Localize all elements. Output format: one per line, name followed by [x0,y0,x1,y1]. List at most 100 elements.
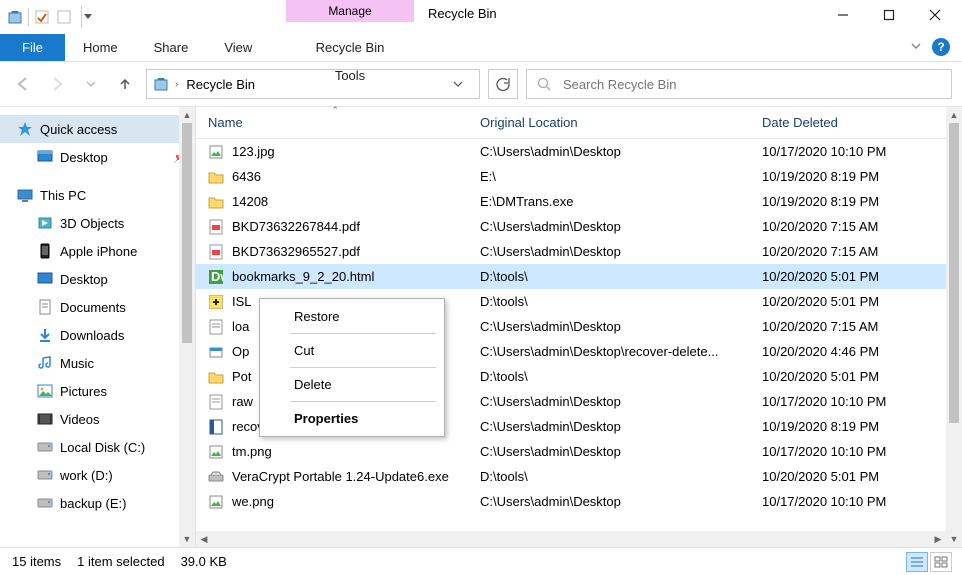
main-scrollbar-vertical[interactable]: ▲ ▼ [946,107,962,547]
column-label: Name [208,115,243,130]
scrollbar-track[interactable] [946,423,962,531]
scrollbar-track[interactable] [179,343,195,531]
table-row[interactable]: we.pngC:\Users\admin\Desktop10/17/2020 1… [196,489,962,514]
chevron-right-icon[interactable]: › [175,79,178,90]
context-menu-cut[interactable]: Cut [260,337,444,364]
sidebar-item-label: Local Disk (C:) [60,440,145,455]
desktop-icon [36,148,54,166]
column-name[interactable]: Name ⌃ [196,107,468,138]
file-name: BKD73632267844.pdf [232,219,360,234]
sidebar-item-label: work (D:) [60,468,113,483]
home-tab[interactable]: Home [65,34,136,61]
search-box[interactable] [526,69,952,99]
scrollbar-track[interactable] [212,531,930,547]
qat-blank-icon[interactable] [55,8,73,26]
sidebar-item-documents[interactable]: Documents [0,293,195,321]
up-button[interactable] [112,71,138,97]
refresh-button[interactable] [488,69,518,99]
view-tab[interactable]: View [206,34,270,61]
file-icon [208,369,224,385]
table-row[interactable]: VeraCrypt Portable 1.24-Update6.exeD:\to… [196,464,962,489]
table-row[interactable]: tm.pngC:\Users\admin\Desktop10/17/2020 1… [196,439,962,464]
sidebar-item-3d-objects[interactable]: 3D Objects [0,209,195,237]
file-icon [208,469,224,485]
details-view-icon[interactable] [906,552,928,572]
context-menu-properties[interactable]: Properties [260,405,444,432]
sidebar-item-music[interactable]: Music [0,349,195,377]
ribbon-collapse-icon[interactable] [910,40,922,52]
properties-qat-icon[interactable] [33,8,51,26]
file-name: BKD73632965527.pdf [232,244,360,259]
scrollbar-thumb[interactable] [182,123,192,343]
recycle-bin-tools-tab[interactable]: Recycle Bin Tools [286,34,414,90]
context-menu-separator [290,333,436,334]
share-tab[interactable]: Share [136,34,207,61]
scroll-right-icon[interactable]: ▶ [930,531,946,547]
sidebar-item-this-pc[interactable]: This PC [0,181,195,209]
file-date-deleted: 10/20/2020 5:01 PM [750,369,962,384]
file-icon [208,219,224,235]
sidebar-item-work-d-[interactable]: work (D:) [0,461,195,489]
file-tab[interactable]: File [0,34,65,61]
table-row[interactable]: BKD73632267844.pdfC:\Users\admin\Desktop… [196,214,962,239]
context-menu-delete[interactable]: Delete [260,371,444,398]
sidebar-item-quick-access[interactable]: Quick access [0,115,195,143]
help-icon[interactable]: ? [932,38,950,56]
qat-dropdown-icon[interactable] [81,6,93,28]
scroll-up-icon[interactable]: ▲ [179,107,195,123]
scrollbar-thumb[interactable] [949,123,959,423]
file-icon [208,394,224,410]
file-original-location: D:\tools\ [468,469,750,484]
context-menu-restore[interactable]: Restore [260,303,444,330]
sidebar-item-backup-e-[interactable]: backup (E:) [0,489,195,517]
sidebar-item-label: Documents [60,300,126,315]
desktop-icon [36,270,54,288]
sidebar-scrollbar[interactable]: ▲ ▼ [179,107,195,547]
close-button[interactable] [912,0,958,30]
sidebar-item-apple-iphone[interactable]: Apple iPhone [0,237,195,265]
search-input[interactable] [561,76,941,93]
table-row[interactable]: 6436E:\10/19/2020 8:19 PM [196,164,962,189]
contextual-tab-header: Manage [286,0,414,22]
sidebar-item-desktop-qa[interactable]: Desktop 📌 [0,143,195,171]
sidebar-item-label: 3D Objects [60,216,124,231]
address-dropdown-icon[interactable] [453,79,473,89]
table-row[interactable]: 14208E:\DMTrans.exe10/19/2020 8:19 PM [196,189,962,214]
address-crumb[interactable]: Recycle Bin [184,77,257,92]
context-menu-separator [290,401,436,402]
file-name: raw [232,394,253,409]
maximize-button[interactable] [866,0,912,30]
back-button[interactable] [10,71,36,97]
scroll-down-icon[interactable]: ▼ [179,531,195,547]
video-icon [36,410,54,428]
phone-icon [36,242,54,260]
ribbon-tabs: File Home Share View Recycle Bin Tools ? [0,34,962,62]
table-row[interactable]: BKD73632965527.pdfC:\Users\admin\Desktop… [196,239,962,264]
sidebar-item-desktop[interactable]: Desktop [0,265,195,293]
context-menu: Restore Cut Delete Properties [259,298,445,437]
forward-button[interactable] [44,71,70,97]
file-date-deleted: 10/20/2020 5:01 PM [750,294,962,309]
sidebar-item-label: backup (E:) [60,496,126,511]
recent-locations-icon[interactable] [78,71,104,97]
scroll-left-icon[interactable]: ◀ [196,531,212,547]
sidebar-item-local-disk-c-[interactable]: Local Disk (C:) [0,433,195,461]
minimize-button[interactable] [820,0,866,30]
main-scrollbar-horizontal[interactable]: ◀ ▶ [196,531,946,547]
file-original-location: C:\Users\admin\Desktop [468,444,750,459]
table-row[interactable]: Dwbookmarks_9_2_20.htmlD:\tools\10/20/20… [196,264,962,289]
view-switcher [906,552,952,572]
file-date-deleted: 10/17/2020 10:10 PM [750,394,962,409]
sidebar-item-videos[interactable]: Videos [0,405,195,433]
scroll-down-icon[interactable]: ▼ [946,531,962,547]
file-icon [208,494,224,510]
large-icons-view-icon[interactable] [930,552,952,572]
sidebar-item-pictures[interactable]: Pictures [0,377,195,405]
table-row[interactable]: 123.jpgC:\Users\admin\Desktop10/17/2020 … [196,139,962,164]
sidebar-item-downloads[interactable]: Downloads [0,321,195,349]
column-date-deleted[interactable]: Date Deleted [750,107,962,138]
file-date-deleted: 10/19/2020 8:19 PM [750,194,962,209]
scroll-up-icon[interactable]: ▲ [946,107,962,123]
file-date-deleted: 10/17/2020 10:10 PM [750,144,962,159]
column-original-location[interactable]: Original Location [468,107,750,138]
